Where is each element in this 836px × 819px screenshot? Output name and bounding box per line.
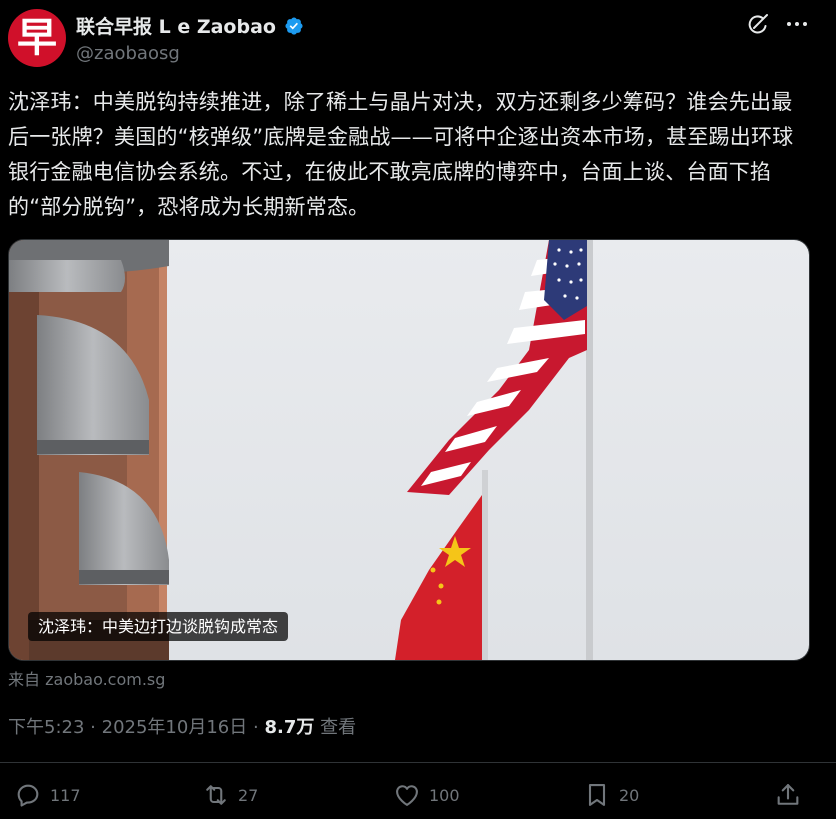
reply-icon — [17, 784, 39, 807]
divider — [0, 762, 836, 763]
bookmark-count: 20 — [619, 785, 640, 805]
link-source[interactable]: 来自 zaobao.com.sg — [8, 666, 165, 690]
meta-separator: · — [90, 717, 96, 738]
views-label: 查看 — [320, 717, 357, 738]
meta-separator: · — [252, 717, 259, 738]
author-display-name-row[interactable]: 联合早报 L e Zaobao — [76, 12, 304, 39]
tweet-meta: 下午5:23 · 2025年10月16日 · 8.7万 查看 — [8, 713, 356, 739]
bookmark-icon — [588, 784, 606, 806]
tweet-card: 早 联合早报 L e Zaobao @zaobaosg 沈泽玮：中美脱钩持续推进… — [0, 0, 836, 819]
share-icon — [777, 784, 799, 805]
reply-button[interactable]: 117 — [14, 781, 81, 809]
share-button[interactable] — [774, 781, 802, 809]
source-prefix: 来自 — [8, 670, 41, 689]
media-image[interactable] — [8, 239, 810, 661]
media-caption: 沈泽玮：中美边打边谈脱钩成常态 — [28, 612, 289, 641]
heart-icon — [396, 785, 418, 806]
author-handle[interactable]: @zaobaosg — [76, 43, 180, 64]
bookmark-button[interactable]: 20 — [583, 781, 639, 809]
reply-count: 117 — [50, 785, 81, 805]
more-icon[interactable] — [784, 12, 810, 36]
tweet-text: 沈泽玮：中美脱钩持续推进，除了稀土与晶片对决，双方还剩多少筹码？谁会先出最后一张… — [8, 90, 794, 219]
retweet-icon — [206, 785, 226, 805]
grok-icon[interactable] — [746, 12, 770, 36]
avatar-glyph: 早 — [17, 15, 57, 61]
source-domain[interactable]: zaobao.com.sg — [45, 670, 165, 689]
like-count: 100 — [429, 785, 460, 805]
views-count: 8.7万 — [264, 717, 315, 738]
tweet-date[interactable]: 2025年10月16日 — [102, 717, 248, 738]
author-display-name[interactable]: 联合早报 L e Zaobao — [76, 12, 276, 39]
avatar[interactable]: 早 — [8, 9, 66, 67]
like-button[interactable]: 100 — [393, 781, 460, 809]
verified-badge-icon — [285, 16, 303, 35]
retweet-button[interactable]: 27 — [202, 781, 258, 809]
flags-photo — [9, 240, 809, 660]
tweet-time[interactable]: 下午5:23 — [8, 717, 84, 738]
retweet-count: 27 — [238, 785, 259, 805]
